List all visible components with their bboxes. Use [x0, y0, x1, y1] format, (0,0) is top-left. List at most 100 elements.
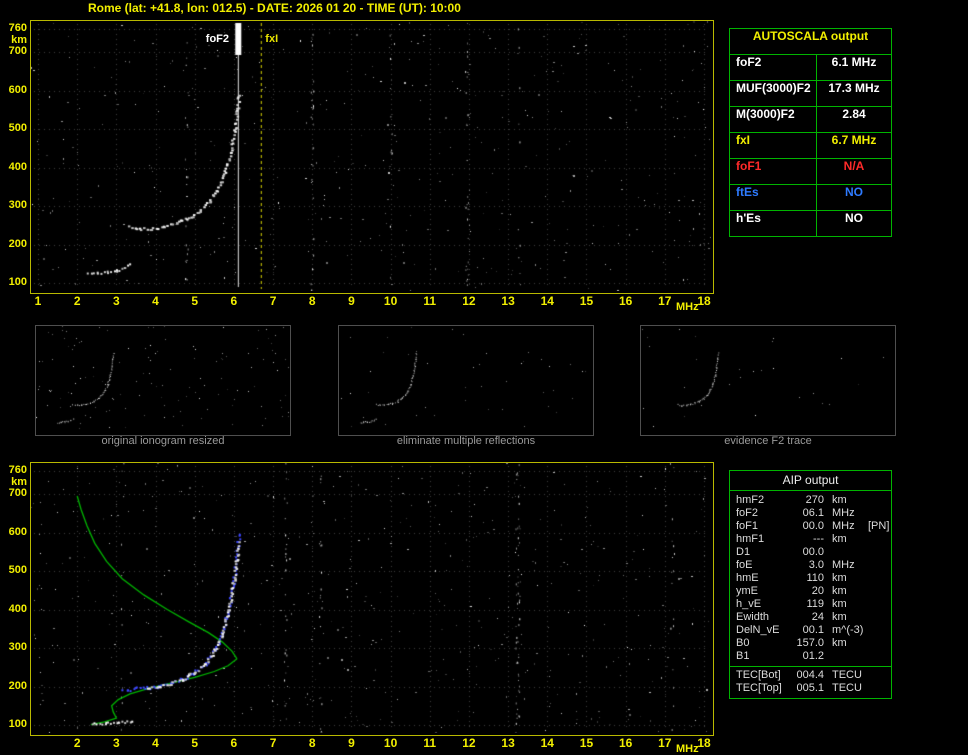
autoscala-param-label: foF2: [730, 55, 817, 80]
autoscala-row: M(3000)F2 2.84: [730, 107, 891, 133]
aip-param-name: foF2: [736, 507, 759, 519]
aip-param-value: 004.4: [796, 669, 824, 681]
x-axis-unit-label: MHz: [676, 743, 699, 755]
aip-param-note: [866, 669, 891, 682]
autoscala-row: foF2 6.1 MHz: [730, 55, 891, 81]
aip-param-unit: [824, 546, 866, 559]
x-tick-label: 5: [191, 294, 199, 308]
y-tick-label: 300: [8, 199, 27, 212]
x-tick-label: 15: [579, 294, 594, 308]
aip-row: foF2 06.1 MHz: [730, 507, 891, 520]
x-tick-label: 14: [540, 736, 554, 750]
y-tick-label: 500: [8, 564, 27, 577]
aip-param-name: B0: [736, 637, 750, 649]
autoscala-param-value: 2.84: [842, 107, 866, 121]
x-tick-label: 2: [73, 736, 81, 750]
autoscala-window: Rome (lat: +41.8, lon: 012.5) - DATE: 20…: [0, 0, 968, 755]
y-tick-label: 200: [8, 237, 27, 250]
aip-param-note: [866, 585, 891, 598]
thumbnail-caption-evidence: evidence F2 trace: [724, 435, 812, 447]
x-tick-label: 5: [191, 736, 199, 750]
autoscala-param-value: NO: [845, 211, 863, 225]
x-tick-label: 14: [540, 294, 554, 308]
x-tick-label: 12: [462, 294, 476, 308]
y-tick-label: 200: [8, 679, 27, 692]
aip-param-value: ---: [813, 533, 824, 545]
x-tick-label: 6: [230, 736, 238, 750]
autoscala-row: foF1 N/A: [730, 159, 891, 185]
aip-param-name: Ewidth: [736, 611, 770, 623]
autoscala-row: ftEs NO: [730, 185, 891, 211]
aip-row: hmF1 --- km: [730, 533, 891, 546]
aip-row: D1 00.0: [730, 546, 891, 559]
aip-param-unit: TECU: [832, 669, 862, 681]
ionogram-plot-bottom: [30, 462, 714, 736]
x-tick-label: 11: [423, 736, 437, 750]
aip-param-note: [866, 507, 891, 520]
thumbnail-evidence-f2-trace: [640, 325, 896, 436]
aip-param-value: 110: [806, 572, 824, 584]
autoscala-param-label: foF1: [730, 159, 817, 184]
aip-param-value: 20: [811, 585, 824, 597]
aip-param-unit: km: [832, 585, 847, 597]
x-tick-label: 6: [230, 294, 238, 308]
aip-param-note: [866, 650, 891, 663]
y-tick-label: 400: [8, 602, 27, 615]
aip-param-name: B1: [736, 650, 750, 662]
y-tick-label: 760: [8, 464, 27, 476]
aip-param-name: foF1: [736, 520, 759, 532]
x-tick-label: 13: [501, 736, 515, 750]
aip-param-name: D1: [736, 546, 751, 558]
x-tick-label: 8: [308, 736, 316, 750]
x-axis-unit-label: MHz: [676, 301, 699, 313]
autoscala-param-label: fxI: [730, 133, 817, 158]
aip-param-note: [866, 598, 891, 611]
aip-output-title: AIP output: [730, 471, 891, 491]
x-tick-label: 11: [423, 294, 437, 308]
aip-tec-rows: TEC[Bot] 004.4 TECU TEC[Top] 005.1 TECU: [730, 669, 891, 695]
fof2-marker-label: foF2: [205, 33, 230, 45]
aip-param-unit: MHz: [832, 507, 855, 519]
x-tick-label: 7: [269, 294, 277, 308]
y-tick-label: 300: [8, 641, 27, 654]
autoscala-output-title: AUTOSCALA output: [730, 29, 891, 55]
thumbnail-caption-eliminate: eliminate multiple reflections: [396, 435, 536, 447]
x-tick-label: 10: [383, 294, 398, 308]
aip-param-note: [866, 637, 891, 650]
aip-output-table: AIP output hmF2 270 km foF2 06.1 MHz foF1 00.0 M…: [729, 470, 892, 699]
aip-param-name: DelN_vE: [736, 624, 780, 636]
aip-row: B0 157.0 km: [730, 637, 891, 650]
aip-param-note: [866, 682, 891, 695]
aip-row: Ewidth 24 km: [730, 611, 891, 624]
y-tick-label: 500: [8, 122, 27, 135]
aip-param-name: hmF2: [736, 494, 765, 506]
aip-row: DelN_vE 00.1 m^(-3): [730, 624, 891, 637]
autoscala-param-label: MUF(3000)F2: [730, 81, 817, 106]
thumbnail-evidence-f2-trace-image: [641, 326, 895, 430]
aip-row: TEC[Bot] 004.4 TECU: [730, 669, 891, 682]
aip-param-name: foE: [736, 559, 753, 571]
aip-row: TEC[Top] 005.1 TECU: [730, 682, 891, 695]
x-tick-label: 16: [618, 294, 633, 308]
aip-param-value: 24: [811, 611, 824, 623]
x-tick-label: 2: [73, 294, 81, 308]
x-tick-label: 4: [152, 736, 159, 750]
x-tick-label: 8: [308, 294, 316, 308]
aip-param-unit: km: [832, 533, 847, 545]
aip-row: ymE 20 km: [730, 585, 891, 598]
aip-param-value: 06.1: [802, 507, 824, 519]
x-tick-label: 10: [383, 736, 398, 750]
aip-param-value: 01.2: [802, 650, 824, 662]
aip-param-name: hmE: [736, 572, 759, 584]
aip-param-value: 00.1: [802, 624, 824, 636]
aip-param-note: [866, 559, 891, 572]
y-tick-label: 700: [8, 45, 27, 58]
fxi-marker-label: fxI: [265, 33, 279, 45]
autoscala-row: MUF(3000)F2 17.3 MHz: [730, 81, 891, 107]
autoscala-param-value: NO: [845, 185, 863, 199]
autoscala-param-value: 17.3 MHz: [828, 81, 880, 95]
y-axis-unit-label: km: [11, 34, 27, 46]
x-tick-label: 9: [348, 736, 355, 750]
y-tick-label: 100: [8, 718, 27, 730]
aip-param-value: 157.0: [796, 637, 824, 649]
